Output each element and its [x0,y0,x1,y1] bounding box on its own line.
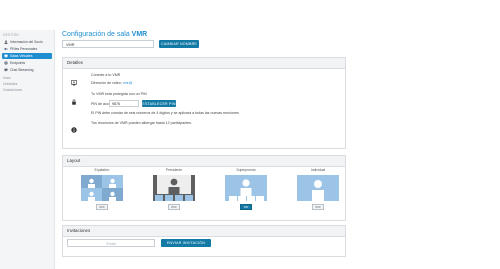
sidebar-item-label: Chat Streaming [10,68,34,72]
layout-option-label: Presidente [165,168,183,172]
layout-thumbnail [153,175,195,201]
pin-protected-text: Tu VMR está protegida con un PIN [91,92,147,96]
layout-option-label: Equitativo [94,168,110,172]
layout-option-equitativo[interactable]: Equitativo OFF [81,168,123,210]
pin-note: El PIN debe constar de seis números de 4… [91,111,239,115]
page-title: Configuración de sala VMR [62,31,147,38]
video-address: Dirección de vídeo: vmr@ [91,81,132,85]
pin-input[interactable]: 9876 [109,100,139,107]
sidebar-section-label: GESTIÓN [3,33,19,37]
invitations-header: Invitaciones [63,226,345,237]
gear-icon [4,61,8,65]
send-invitation-button[interactable]: ENVIAR INVITACIÓN [161,239,211,247]
email-input[interactable]: Email [67,239,155,247]
presenter-illustration [155,175,193,201]
layout-toggle[interactable]: OFF [312,204,324,210]
connect-text: Conecte a tu VMR [91,73,121,77]
vmr-name-input[interactable]: VMR [62,40,154,48]
sidebar-item-label: Información del Socio [10,40,43,44]
overlay-illustration [229,179,264,201]
sidebar-link-units[interactable]: Unidades [3,82,17,86]
details-panel: Detalles Conecte a tu VMR Dirección de v… [62,57,346,149]
monitor-icon [4,54,8,58]
layout-toggle[interactable]: OFF [96,204,108,210]
sidebar-item-endpoints[interactable]: Endpoints [2,60,52,66]
layout-option-label: Individual [310,168,326,172]
layout-thumbnail [81,175,123,201]
capacity-text: Tus reuniones de VMR pueden albergar has… [91,121,192,125]
page-title-strong: VMR [131,31,148,38]
key-icon [4,47,8,51]
sidebar-item-label: Endpoints [10,61,26,65]
sidebar-item-label: PINes Personales [10,47,38,51]
sidebar-item-chat-streaming[interactable]: Chat Streaming [2,67,52,73]
layout-thumbnail [225,175,267,201]
details-header: Detalles [63,58,345,69]
change-name-button[interactable]: CAMBIAR NOMBRE [159,40,199,48]
layout-toggle[interactable]: ON [240,204,252,210]
main-content: Configuración de sala VMR VMR CAMBIAR NO… [60,30,500,269]
sidebar-link-home[interactable]: Inicio [3,76,11,80]
layout-option-presidente[interactable]: Presidente OFF [153,168,195,210]
sidebar-item-label: Salas Virtuales [10,54,33,58]
sidebar: GESTIÓN Información del Socio PINes Pers… [0,30,55,269]
layout-thumbnail [297,175,339,201]
chat-icon [4,68,8,72]
people-grid-illustration [81,175,123,201]
sidebar-item-virtual-rooms[interactable]: Salas Virtuales [2,53,52,59]
video-address-label: Dirección de vídeo: [91,81,122,85]
layout-toggle[interactable]: OFF [168,204,180,210]
sidebar-item-personal-pins[interactable]: PINes Personales [2,46,52,52]
sidebar-item-partner-info[interactable]: Información del Socio [2,39,52,45]
monitor-icon [71,73,77,86]
lock-icon [71,92,77,105]
top-bar [0,0,500,30]
person-icon [4,40,8,44]
page-title-prefix: Configuración de sala [62,31,130,38]
layout-option-superpuesto[interactable]: Superpuesto ON [225,168,267,210]
video-address-link[interactable]: vmr@ [123,81,133,85]
layout-option-label: Superpuesto [236,168,256,172]
layout-panel: Layout Equitativo OFF Presidente OFF Sup… [62,155,346,221]
sidebar-link-recordings[interactable]: Grabaciones [3,88,22,92]
set-pin-button[interactable]: ESTABLECER PIN [142,100,176,107]
layout-option-individual[interactable]: Individual OFF [297,168,339,210]
invitations-panel: Invitaciones Email ENVIAR INVITACIÓN [62,225,346,257]
layout-header: Layout [63,156,345,167]
info-icon [71,120,77,133]
single-person-illustration [312,180,324,201]
